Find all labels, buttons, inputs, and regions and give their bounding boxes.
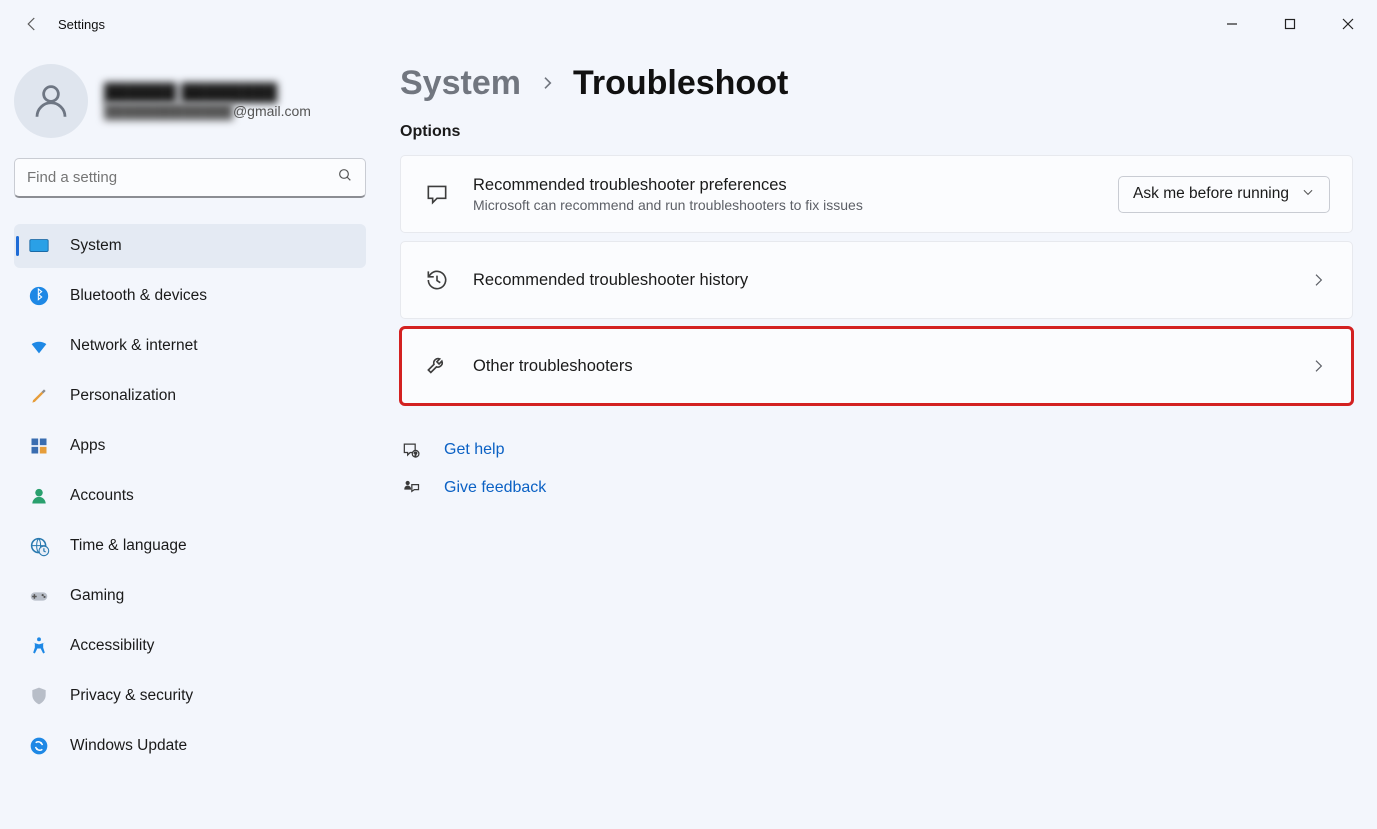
link-label: Give feedback: [444, 479, 546, 497]
sidebar-item-network[interactable]: Network & internet: [14, 324, 366, 368]
breadcrumb-current: Troubleshoot: [573, 64, 788, 103]
card-title: Recommended troubleshooter history: [473, 271, 1284, 290]
avatar: [14, 64, 88, 138]
sidebar-item-privacy[interactable]: Privacy & security: [14, 674, 366, 718]
sidebar-item-label: Accounts: [70, 487, 134, 505]
titlebar: Settings: [0, 0, 1377, 48]
card-title: Recommended troubleshooter preferences: [473, 176, 1096, 195]
feedback-icon: [400, 477, 422, 499]
sidebar-item-label: Network & internet: [70, 337, 198, 355]
person-icon: [28, 485, 50, 507]
close-button[interactable]: [1319, 4, 1377, 44]
profile-block[interactable]: ██████ ████████ █████████████@gmail.com: [14, 60, 366, 158]
sidebar-item-label: Personalization: [70, 387, 176, 405]
card-recommended-history[interactable]: Recommended troubleshooter history: [400, 241, 1353, 319]
sidebar-item-label: Apps: [70, 437, 105, 455]
breadcrumb: System Troubleshoot: [400, 64, 1353, 103]
preferences-dropdown[interactable]: Ask me before running: [1118, 176, 1330, 213]
main-content: System Troubleshoot Options Recommended …: [380, 48, 1377, 829]
chevron-right-icon: [539, 71, 555, 97]
sidebar-item-label: Accessibility: [70, 637, 154, 655]
sidebar-item-label: Windows Update: [70, 737, 187, 755]
display-icon: [28, 235, 50, 257]
chat-icon: [423, 180, 451, 208]
history-icon: [423, 266, 451, 294]
wifi-icon: [28, 335, 50, 357]
card-title: Other troubleshooters: [473, 357, 1284, 376]
chevron-right-icon: [1306, 354, 1330, 378]
sidebar-item-windows-update[interactable]: Windows Update: [14, 724, 366, 768]
gamepad-icon: [28, 585, 50, 607]
svg-text:?: ?: [414, 452, 417, 458]
card-subtitle: Microsoft can recommend and run troubles…: [473, 197, 1096, 213]
section-label: Options: [400, 123, 1353, 141]
give-feedback-link[interactable]: Give feedback: [400, 477, 1353, 499]
sidebar-item-apps[interactable]: Apps: [14, 424, 366, 468]
shield-icon: [28, 685, 50, 707]
apps-icon: [28, 435, 50, 457]
sidebar-item-label: Gaming: [70, 587, 124, 605]
sidebar-item-label: System: [70, 237, 122, 255]
profile-text: ██████ ████████ █████████████@gmail.com: [104, 83, 311, 119]
sidebar-item-accessibility[interactable]: Accessibility: [14, 624, 366, 668]
sidebar-item-time-language[interactable]: Time & language: [14, 524, 366, 568]
sidebar-item-accounts[interactable]: Accounts: [14, 474, 366, 518]
back-button[interactable]: [14, 6, 50, 42]
sidebar-item-bluetooth[interactable]: Bluetooth & devices: [14, 274, 366, 318]
sidebar-item-label: Privacy & security: [70, 687, 193, 705]
search-icon: [337, 167, 353, 188]
card-other-troubleshooters[interactable]: Other troubleshooters: [400, 327, 1353, 405]
sidebar-item-label: Time & language: [70, 537, 187, 555]
chevron-down-icon: [1301, 185, 1315, 204]
chevron-right-icon: [1306, 268, 1330, 292]
sidebar-item-personalization[interactable]: Personalization: [14, 374, 366, 418]
sidebar: ██████ ████████ █████████████@gmail.com …: [0, 48, 380, 829]
sync-icon: [28, 735, 50, 757]
sidebar-item-label: Bluetooth & devices: [70, 287, 207, 305]
search-box[interactable]: [14, 158, 366, 198]
dropdown-value: Ask me before running: [1133, 185, 1289, 203]
profile-name: ██████ ████████: [104, 83, 311, 103]
wrench-icon: [423, 352, 451, 380]
help-icon: ?: [400, 439, 422, 461]
sidebar-item-system[interactable]: System: [14, 224, 366, 268]
minimize-button[interactable]: [1203, 4, 1261, 44]
profile-email: █████████████@gmail.com: [104, 103, 311, 119]
bluetooth-icon: [28, 285, 50, 307]
maximize-button[interactable]: [1261, 4, 1319, 44]
search-input[interactable]: [27, 169, 337, 186]
accessibility-icon: [28, 635, 50, 657]
paintbrush-icon: [28, 385, 50, 407]
app-title: Settings: [58, 17, 105, 32]
window-controls: [1203, 4, 1377, 44]
globe-clock-icon: [28, 535, 50, 557]
breadcrumb-parent[interactable]: System: [400, 64, 521, 103]
get-help-link[interactable]: ? Get help: [400, 439, 1353, 461]
link-label: Get help: [444, 441, 504, 459]
card-recommended-preferences[interactable]: Recommended troubleshooter preferences M…: [400, 155, 1353, 233]
sidebar-item-gaming[interactable]: Gaming: [14, 574, 366, 618]
footer-links: ? Get help Give feedback: [400, 439, 1353, 499]
